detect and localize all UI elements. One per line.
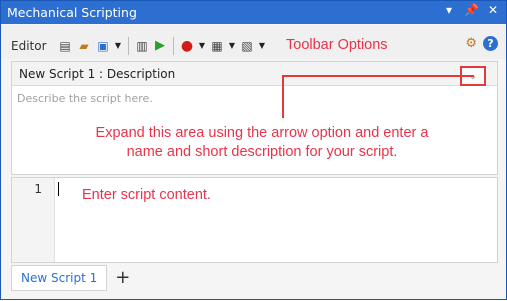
toolbar-separator — [128, 37, 129, 55]
line-number-gutter: 1 — [12, 178, 55, 262]
description-annotation: Expand this area using the arrow option … — [95, 125, 429, 160]
description-placeholder[interactable]: Describe the script here. — [17, 92, 153, 105]
run-selection-icon[interactable]: ▥ — [135, 38, 149, 54]
title-bar: Mechanical Scripting ▾ 📌 ✕ — [1, 1, 506, 24]
description-title: New Script 1 : Description — [19, 67, 176, 81]
record-dropdown-icon[interactable]: ▼ — [198, 38, 206, 54]
script-editor[interactable]: 1 Enter script content. — [11, 177, 498, 263]
description-header: New Script 1 : Description ⌄ — [12, 62, 497, 86]
tab-new-script-1[interactable]: New Script 1 — [11, 265, 108, 291]
options-dropdown-icon[interactable]: ▼ — [258, 38, 266, 54]
record-icon[interactable]: ● — [180, 38, 194, 54]
dropdown-arrow-icon[interactable]: ▾ — [442, 3, 456, 17]
add-tab-button[interactable]: + — [115, 266, 130, 290]
open-folder-icon[interactable]: ▰ — [76, 38, 92, 54]
snippet-dropdown-icon[interactable]: ▼ — [228, 38, 236, 54]
settings-icon[interactable]: ⚙ — [465, 36, 477, 51]
toolbar-separator — [173, 37, 174, 55]
save-icon[interactable]: ▣ — [96, 38, 110, 54]
mechanical-scripting-window: Mechanical Scripting ▾ 📌 ✕ Editor ▤ ▰ ▣ … — [0, 0, 507, 300]
script-annotation: Enter script content. — [82, 187, 211, 203]
toolbar-right: ⚙ ? — [465, 36, 498, 51]
description-panel: New Script 1 : Description ⌄ Describe th… — [11, 61, 498, 175]
title-bar-controls: ▾ 📌 ✕ — [442, 3, 500, 17]
script-tabs: New Script 1 + — [11, 265, 130, 291]
new-script-icon[interactable]: ▤ — [58, 38, 72, 54]
editor-label: Editor — [11, 39, 47, 53]
text-cursor — [58, 182, 59, 196]
line-number: 1 — [34, 182, 42, 196]
toolbar: Editor ▤ ▰ ▣ ▼ ▥ ▶ ● ▼ ▦ ▼ ▧ ▼ Toolbar O… — [1, 25, 506, 59]
help-icon[interactable]: ? — [483, 36, 498, 51]
pin-icon[interactable]: 📌 — [464, 3, 479, 17]
window-title: Mechanical Scripting — [7, 5, 137, 20]
expand-chevron-icon[interactable]: ⌄ — [460, 66, 486, 86]
run-icon[interactable]: ▶ — [153, 38, 167, 54]
options-icon[interactable]: ▧ — [240, 38, 254, 54]
close-icon[interactable]: ✕ — [486, 3, 500, 17]
toolbar-options-annotation: Toolbar Options — [286, 37, 388, 53]
save-dropdown-icon[interactable]: ▼ — [114, 38, 122, 54]
toolbar-icons: ▤ ▰ ▣ ▼ ▥ ▶ ● ▼ ▦ ▼ ▧ ▼ — [58, 37, 266, 55]
snippet-icon[interactable]: ▦ — [210, 38, 224, 54]
